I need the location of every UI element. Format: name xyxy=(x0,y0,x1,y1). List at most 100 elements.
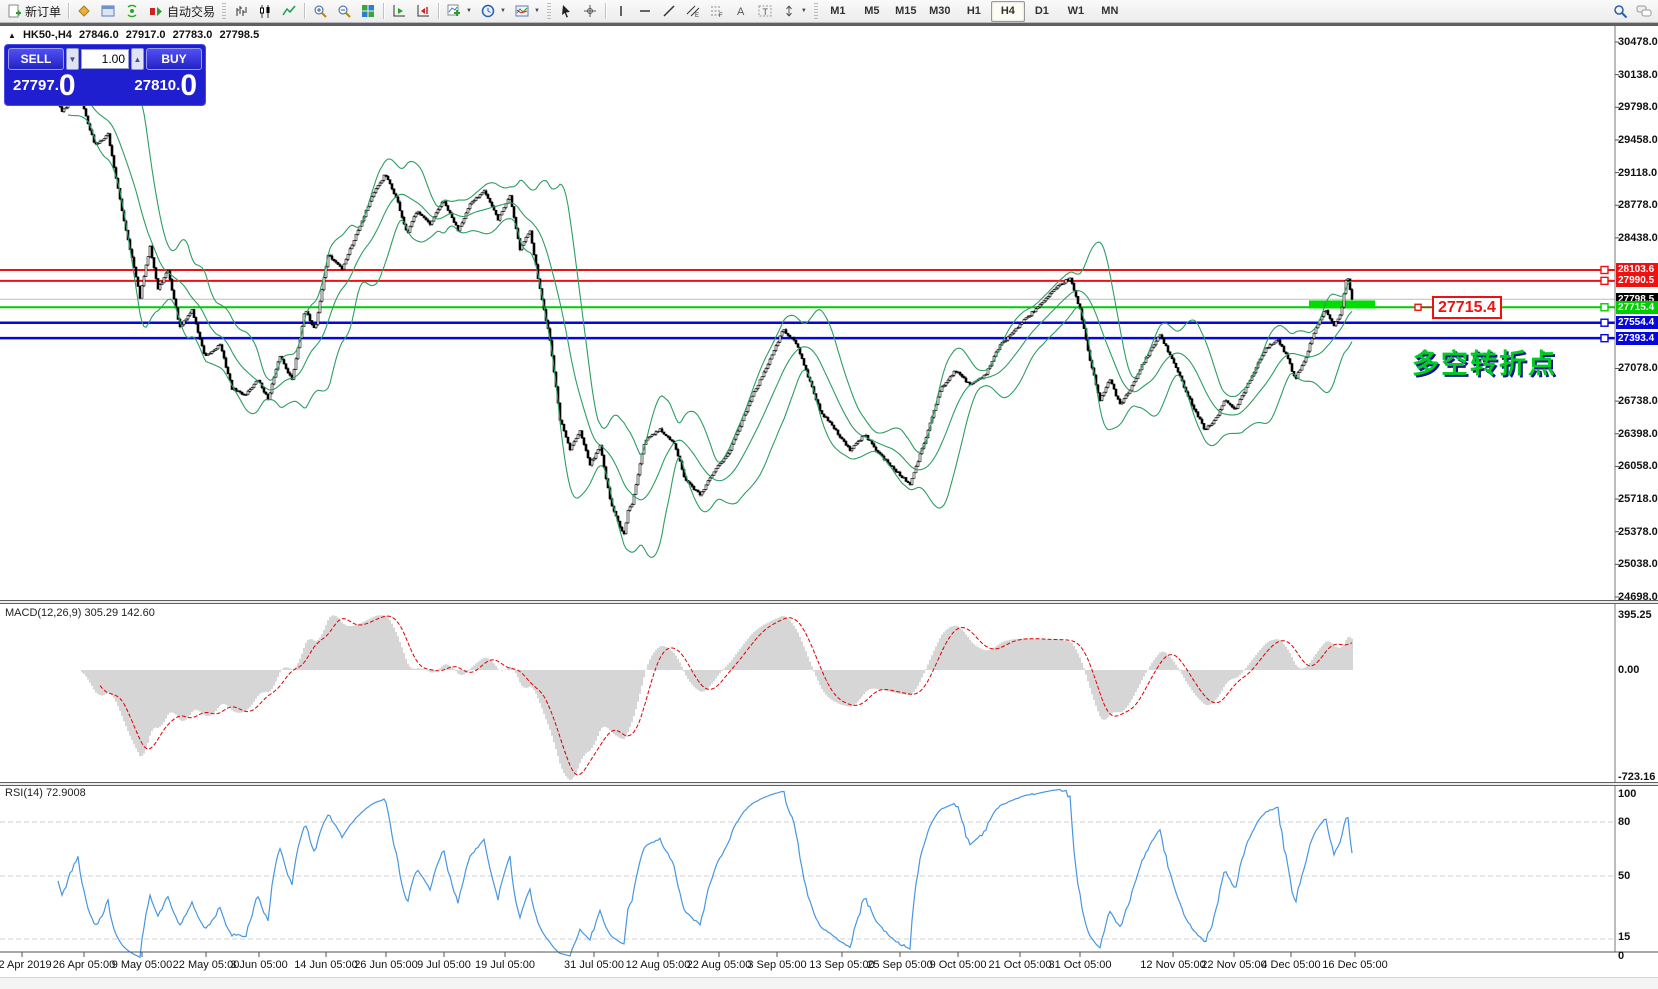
axis-label: 15 xyxy=(1618,931,1630,943)
svg-text:A: A xyxy=(737,6,745,18)
axis-label: 28438.0 xyxy=(1618,232,1658,244)
price-callout-box[interactable]: 27715.4 xyxy=(1432,296,1502,319)
rsi-indicator-label: RSI(14) 72.9008 xyxy=(5,787,86,799)
line-chart-icon xyxy=(281,4,297,19)
trendline-tool-button[interactable] xyxy=(657,1,681,21)
axis-label: 29798.0 xyxy=(1618,101,1658,113)
equidistant-channel-tool-button[interactable]: E xyxy=(681,1,705,21)
pane-splitter-macd[interactable] xyxy=(0,600,1658,604)
auto-scroll-button[interactable] xyxy=(387,1,411,21)
market-icon xyxy=(76,4,92,19)
pane-splitter-rsi[interactable] xyxy=(0,782,1658,786)
templates-button[interactable]: ▼ xyxy=(510,1,544,21)
indicators-icon xyxy=(446,4,462,19)
timeframe-button-mn[interactable]: MN xyxy=(1093,1,1127,22)
text-label-tool-button[interactable]: T xyxy=(753,1,777,21)
chart-window[interactable]: ▲ HK50-,H4 27846.0 27917.0 27783.0 27798… xyxy=(0,26,1658,989)
timeframe-button-m30[interactable]: M30 xyxy=(923,1,957,22)
collapse-chart-icon[interactable]: ▲ xyxy=(8,31,16,40)
zoom-out-button[interactable] xyxy=(332,1,356,21)
ohlc-open: 27846.0 xyxy=(79,29,119,41)
axis-label: 30138.0 xyxy=(1618,69,1658,81)
horizontal-line-tool-button[interactable] xyxy=(633,1,657,21)
volume-decrease-button[interactable]: ▼ xyxy=(66,48,79,70)
new-order-icon xyxy=(6,4,22,19)
axis-label: 100 xyxy=(1618,788,1636,800)
indicators-button[interactable]: ▼ xyxy=(442,1,476,21)
new-order-button[interactable]: 新订单 xyxy=(2,1,65,21)
auto-trading-button[interactable]: 自动交易 xyxy=(144,1,219,21)
text-tool-button[interactable]: A xyxy=(729,1,753,21)
buy-button[interactable]: BUY xyxy=(146,48,202,70)
chat-icon xyxy=(1636,4,1652,19)
timeframe-button-group: M1M5M15M30H1H4D1W1MN xyxy=(821,1,1127,22)
equidistant-channel-icon: E xyxy=(685,4,701,19)
timeframe-button-w1[interactable]: W1 xyxy=(1059,1,1093,22)
periods-caret-icon[interactable]: ▼ xyxy=(500,8,506,14)
text-icon: A xyxy=(733,4,749,19)
ohlc-high: 27917.0 xyxy=(126,29,166,41)
chart-shift-button[interactable] xyxy=(411,1,435,21)
zoom-in-icon xyxy=(312,4,328,19)
axis-label: 29458.0 xyxy=(1618,134,1658,146)
cursor-tool-button[interactable] xyxy=(554,1,578,21)
indicators-caret-icon[interactable]: ▼ xyxy=(466,8,472,14)
periods-button[interactable]: ▼ xyxy=(476,1,510,21)
macd-indicator-label: MACD(12,26,9) 305.29 142.60 xyxy=(5,607,155,619)
sell-button[interactable]: SELL xyxy=(8,48,64,70)
toolbar-drag-handle[interactable] xyxy=(814,3,818,19)
timeframe-button-d1[interactable]: D1 xyxy=(1025,1,1059,22)
market-button[interactable] xyxy=(72,1,96,21)
toolbar-drag-handle[interactable] xyxy=(547,3,551,19)
toolbar-separator xyxy=(383,3,384,19)
chart-shift-icon xyxy=(415,4,431,19)
price-axis[interactable]: 30478.030138.029798.029458.029118.028778… xyxy=(1616,26,1658,989)
axis-label: 30478.0 xyxy=(1618,36,1658,48)
timeframe-button-m5[interactable]: M5 xyxy=(855,1,889,22)
data-window-icon xyxy=(100,4,116,19)
axis-label: 27554.4 xyxy=(1616,316,1658,329)
templates-caret-icon[interactable]: ▼ xyxy=(534,8,540,14)
crosshair-tool-button[interactable] xyxy=(578,1,602,21)
volume-increase-button[interactable]: ▲ xyxy=(131,48,144,70)
timeframe-button-m15[interactable]: M15 xyxy=(889,1,923,22)
window-divider xyxy=(0,23,1658,26)
arrows-caret-icon[interactable]: ▼ xyxy=(801,8,807,14)
toolbar-separator xyxy=(304,3,305,19)
time-axis-label: 16 Dec 05:00 xyxy=(1305,959,1405,971)
horizontal-line-icon xyxy=(637,4,653,19)
axis-label: 26738.0 xyxy=(1618,395,1658,407)
toolbar-separator xyxy=(438,3,439,19)
axis-label: 27715.4 xyxy=(1616,301,1658,314)
tile-windows-button[interactable] xyxy=(356,1,380,21)
data-window-button[interactable] xyxy=(96,1,120,21)
toolbar-drag-handle[interactable] xyxy=(222,3,226,19)
zoom-out-icon xyxy=(336,4,352,19)
vertical-line-tool-button[interactable] xyxy=(609,1,633,21)
new-order-label: 新订单 xyxy=(25,3,61,20)
volume-input[interactable] xyxy=(81,49,129,69)
signals-button[interactable] xyxy=(120,1,144,21)
search-icon xyxy=(1612,4,1628,19)
axis-label: 25718.0 xyxy=(1618,493,1658,505)
candlestick-chart-button[interactable] xyxy=(253,1,277,21)
arrows-icon xyxy=(781,4,797,19)
search-button[interactable] xyxy=(1608,1,1632,21)
annotation-text[interactable]: 多空转折点 xyxy=(1412,342,1557,381)
chat-button[interactable] xyxy=(1632,1,1656,21)
timeframe-button-m1[interactable]: M1 xyxy=(821,1,855,22)
axis-label: 0 xyxy=(1618,950,1624,962)
bar-chart-button[interactable] xyxy=(229,1,253,21)
axis-label: 25378.0 xyxy=(1618,526,1658,538)
fibonacci-tool-button[interactable]: F xyxy=(705,1,729,21)
axis-label: 27393.4 xyxy=(1616,332,1658,345)
timeframe-button-h1[interactable]: H1 xyxy=(957,1,991,22)
timeframe-button-h4[interactable]: H4 xyxy=(991,1,1025,22)
auto-trading-icon xyxy=(148,4,164,19)
arrows-tool-button[interactable]: ▼ xyxy=(777,1,811,21)
svg-text:F: F xyxy=(719,13,723,18)
svg-text:E: E xyxy=(695,13,699,18)
zoom-in-button[interactable] xyxy=(308,1,332,21)
time-axis[interactable]: 12 Apr 201926 Apr 05:009 May 05:0022 May… xyxy=(0,26,1658,989)
line-chart-button[interactable] xyxy=(277,1,301,21)
